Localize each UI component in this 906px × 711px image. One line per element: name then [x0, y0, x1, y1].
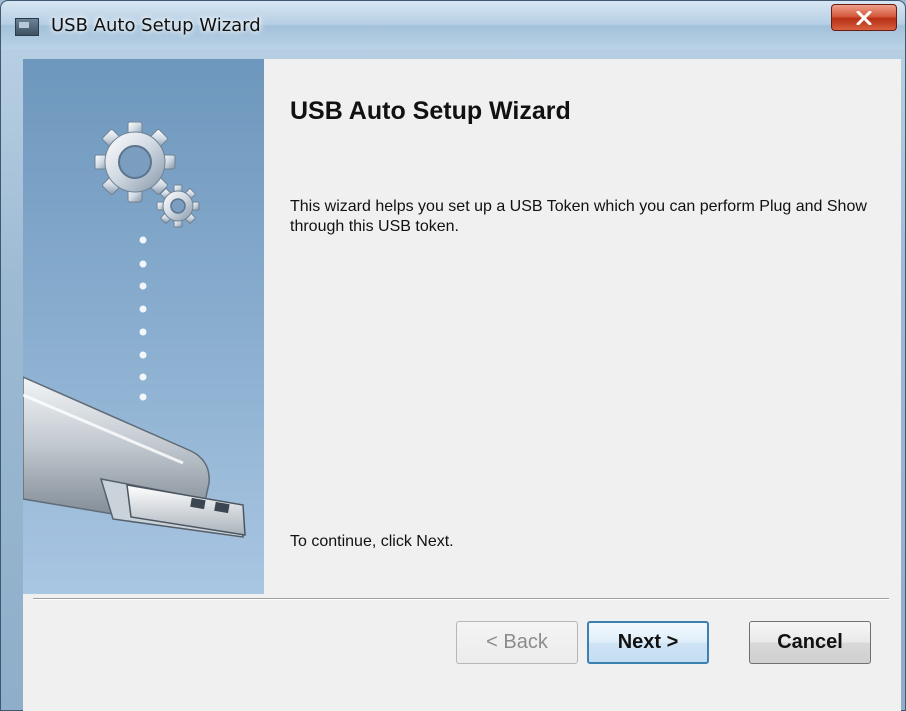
wizard-client-area: USB Auto Setup Wizard This wizard helps … [23, 59, 901, 711]
small-gear-icon [156, 184, 200, 228]
dotted-trail [139, 236, 147, 401]
back-button[interactable]: < Back [456, 621, 578, 664]
footer-divider [33, 598, 889, 600]
continue-instruction: To continue, click Next. [290, 533, 454, 550]
wizard-window: USB Auto Setup Wizard USB Auto Setup Wiz… [0, 0, 906, 711]
gear-icon [94, 121, 176, 203]
window-title: USB Auto Setup Wizard [51, 15, 261, 36]
next-button[interactable]: Next > [587, 621, 709, 664]
cancel-button[interactable]: Cancel [749, 621, 871, 664]
wizard-app-icon [15, 18, 39, 36]
usb-drive-icon [23, 376, 246, 538]
wizard-content: USB Auto Setup Wizard This wizard helps … [264, 59, 901, 594]
close-button[interactable] [831, 4, 897, 31]
wizard-illustration [23, 121, 246, 538]
title-bar[interactable]: USB Auto Setup Wizard [1, 1, 905, 49]
wizard-description: This wizard helps you set up a USB Token… [290, 198, 867, 235]
wizard-side-panel [23, 59, 264, 594]
close-x-icon [856, 10, 872, 25]
page-title: USB Auto Setup Wizard [290, 97, 571, 125]
